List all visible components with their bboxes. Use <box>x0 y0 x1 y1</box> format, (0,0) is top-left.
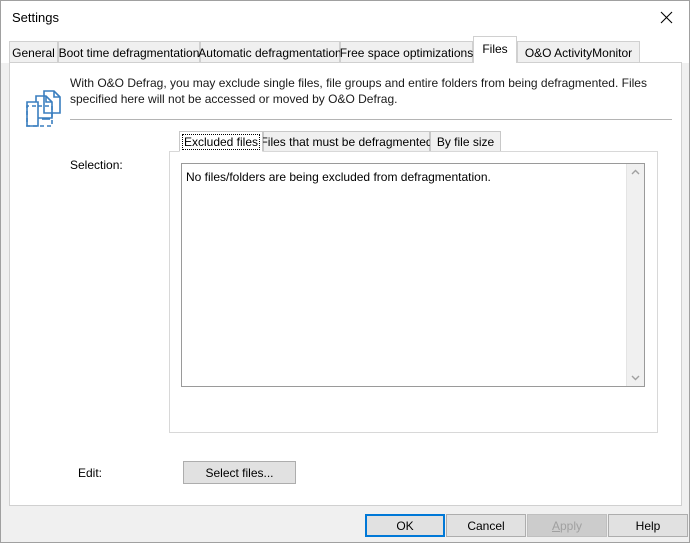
title-bar: Settings <box>1 1 689 36</box>
tab-automatic-defragmentation[interactable]: Automatic defragmentation <box>198 41 342 63</box>
tab-label: Files <box>482 41 508 56</box>
tab-free-space-optimizations[interactable]: Free space optimizations <box>340 41 473 63</box>
apply-label-rest: pply <box>560 518 583 533</box>
selection-label: Selection: <box>70 158 123 172</box>
tab-label: Automatic defragmentation <box>198 45 342 60</box>
inner-tab-label: Excluded files <box>183 134 259 149</box>
tab-label: O&O ActivityMonitor <box>524 45 633 60</box>
listbox-empty-message: No files/folders are being excluded from… <box>186 170 491 184</box>
tab-boot-time-defragmentation[interactable]: Boot time defragmentation <box>58 41 200 63</box>
excluded-files-icon <box>20 87 68 135</box>
listbox-scrollbar[interactable] <box>626 164 644 386</box>
inner-tab-excluded-files[interactable]: Excluded files <box>179 131 263 152</box>
tab-files[interactable]: Files <box>473 36 517 63</box>
dialog-button-bar: OK Cancel Apply Help <box>1 507 689 542</box>
selection-tab-control: Excluded files Files that must be defrag… <box>169 131 658 433</box>
selection-tab-strip: Excluded files Files that must be defrag… <box>169 131 658 152</box>
tab-oo-activitymonitor[interactable]: O&O ActivityMonitor <box>517 41 640 63</box>
scrollbar-track[interactable] <box>627 181 644 369</box>
inner-tab-files-that-must-be-defragmented[interactable]: Files that must be defragmented <box>260 131 433 152</box>
inner-tab-body: No files/folders are being excluded from… <box>169 151 658 433</box>
tab-label: Free space optimizations <box>339 45 474 60</box>
inner-tab-by-file-size[interactable]: By file size <box>430 131 501 152</box>
tab-label: General <box>12 45 55 60</box>
separator <box>70 119 672 120</box>
inner-tab-label: By file size <box>436 135 495 149</box>
apply-button: Apply <box>527 514 607 537</box>
inner-tab-label: Files that must be defragmented <box>260 135 433 149</box>
excluded-files-listbox[interactable]: No files/folders are being excluded from… <box>181 163 645 387</box>
select-files-button[interactable]: Select files... <box>183 461 296 484</box>
tab-general[interactable]: General <box>9 41 58 63</box>
cancel-button[interactable]: Cancel <box>446 514 526 537</box>
description-text: With O&O Defrag, you may exclude single … <box>70 76 647 106</box>
main-tab-strip: General Boot time defragmentation Automa… <box>1 35 689 63</box>
settings-window: Settings General Boot time defragmentati… <box>0 0 690 543</box>
chevron-down-icon[interactable] <box>627 369 644 386</box>
close-icon[interactable] <box>644 1 689 34</box>
edit-label: Edit: <box>78 466 103 480</box>
help-button[interactable]: Help <box>608 514 688 537</box>
apply-accelerator: A <box>551 518 560 533</box>
window-title: Settings <box>12 10 59 25</box>
ok-button[interactable]: OK <box>365 514 445 537</box>
chevron-up-icon[interactable] <box>627 164 644 181</box>
tab-label: Boot time defragmentation <box>58 45 200 60</box>
files-tab-panel: With O&O Defrag, you may exclude single … <box>9 62 682 506</box>
